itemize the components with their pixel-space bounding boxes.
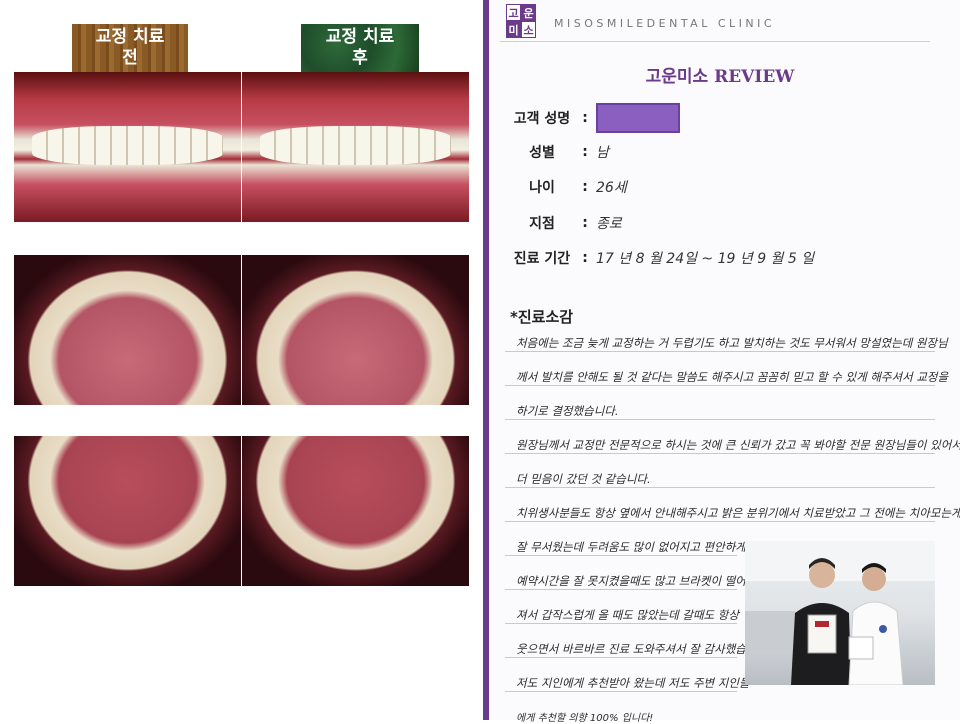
field-label: 진료 기간: [513, 251, 571, 267]
field-label: 나이: [529, 180, 555, 196]
handwritten-line: 져서 갑작스럽게 올 때도 많았는데 갈때도 항상: [516, 608, 739, 622]
handwritten-line: 예약시간을 잘 못지켰을때도 많고 브라켓이 떨어: [516, 574, 746, 588]
section-title: *진료소감: [510, 308, 574, 326]
clinic-name: MISOSMILEDENTAL CLINIC: [554, 17, 776, 30]
handwritten-line: 원장님께서 교정만 전문적으로 하시는 것에 큰 신뢰가 갔고 꼭 봐야할 전문…: [516, 438, 960, 452]
field-value: 17 년 8 월 24일 ~ 19 년 9 월 5 일: [596, 251, 815, 267]
field-gender: 성별 : 남: [510, 141, 609, 163]
ruled-line: [505, 589, 737, 590]
header-divider: [500, 41, 930, 42]
people-illustration: [745, 541, 935, 685]
upper-arch-after-photo: [242, 255, 469, 405]
front-teeth-before-photo: [14, 72, 241, 222]
field-value: 종로: [596, 216, 622, 232]
field-label: 성별: [529, 145, 555, 161]
ruled-line: [505, 453, 935, 454]
handwritten-line: 더 믿음이 갔던 것 같습니다.: [516, 472, 651, 486]
field-colon: :: [582, 179, 588, 195]
front-teeth-after-photo: [242, 72, 469, 222]
handwritten-line: 웃으면서 바르바르 진료 도와주셔서 잘 감사했습니다!: [516, 642, 772, 656]
field-value: 26세: [596, 180, 627, 196]
before-treatment-label: 교정 치료 전: [72, 24, 188, 72]
field-colon: :: [582, 110, 588, 126]
ruled-line: [505, 419, 935, 420]
lower-arch-before-photo: [14, 436, 241, 586]
ruled-line: [505, 555, 737, 556]
field-colon: :: [582, 144, 588, 160]
ruled-line: [505, 691, 737, 692]
handwritten-line: 께서 발치를 안해도 될 것 같다는 말씀도 해주시고 꼼꼼히 믿고 할 수 있…: [516, 370, 949, 384]
field-label: 지점: [529, 216, 555, 232]
ruled-line: [505, 351, 935, 352]
field-branch: 지점 : 종로: [510, 212, 622, 234]
ruled-line: [505, 623, 737, 624]
ruled-line: [505, 657, 737, 658]
after-treatment-label: 교정 치료 후: [301, 24, 419, 72]
handwritten-line: 저도 지인에게 추천받아 왔는데 저도 주변 지인들: [516, 676, 750, 690]
field-label: 고객 성명: [513, 111, 571, 127]
logo-char: 고: [506, 4, 521, 21]
handwritten-line: 치위생사분들도 항상 옆에서 안내해주시고 밝은 분위기에서 치료받았고 그 전…: [516, 506, 960, 520]
field-colon: :: [582, 215, 588, 231]
patient-doctor-photo: [745, 541, 935, 685]
ruled-line: [505, 521, 935, 522]
field-name: 고객 성명 :: [510, 103, 680, 133]
logo-char: 미: [506, 21, 521, 38]
upper-arch-before-photo: [14, 255, 241, 405]
handwritten-line: 에게 추천할 의향 100% 입니다!: [516, 713, 654, 724]
logo-char: 소: [521, 21, 536, 38]
lower-arch-after-photo: [242, 436, 469, 586]
field-treatment-period: 진료 기간 : 17 년 8 월 24일 ~ 19 년 9 월 5 일: [510, 247, 814, 269]
field-age: 나이 : 26세: [510, 176, 627, 198]
logo-char: 운: [521, 4, 536, 21]
field-value: 남: [596, 145, 609, 161]
clinic-logo: 고 운 미 소: [506, 4, 536, 38]
handwritten-line: 처음에는 조금 늦게 교정하는 거 두렵기도 하고 발치하는 것도 무서워서 망…: [516, 336, 948, 350]
redacted-name-box: [596, 103, 680, 133]
ruled-line: [505, 487, 935, 488]
ruled-line: [505, 385, 935, 386]
handwritten-line: 하기로 결정했습니다.: [516, 404, 619, 418]
field-colon: :: [582, 250, 588, 266]
review-title: 고운미소 REVIEW: [645, 67, 795, 87]
